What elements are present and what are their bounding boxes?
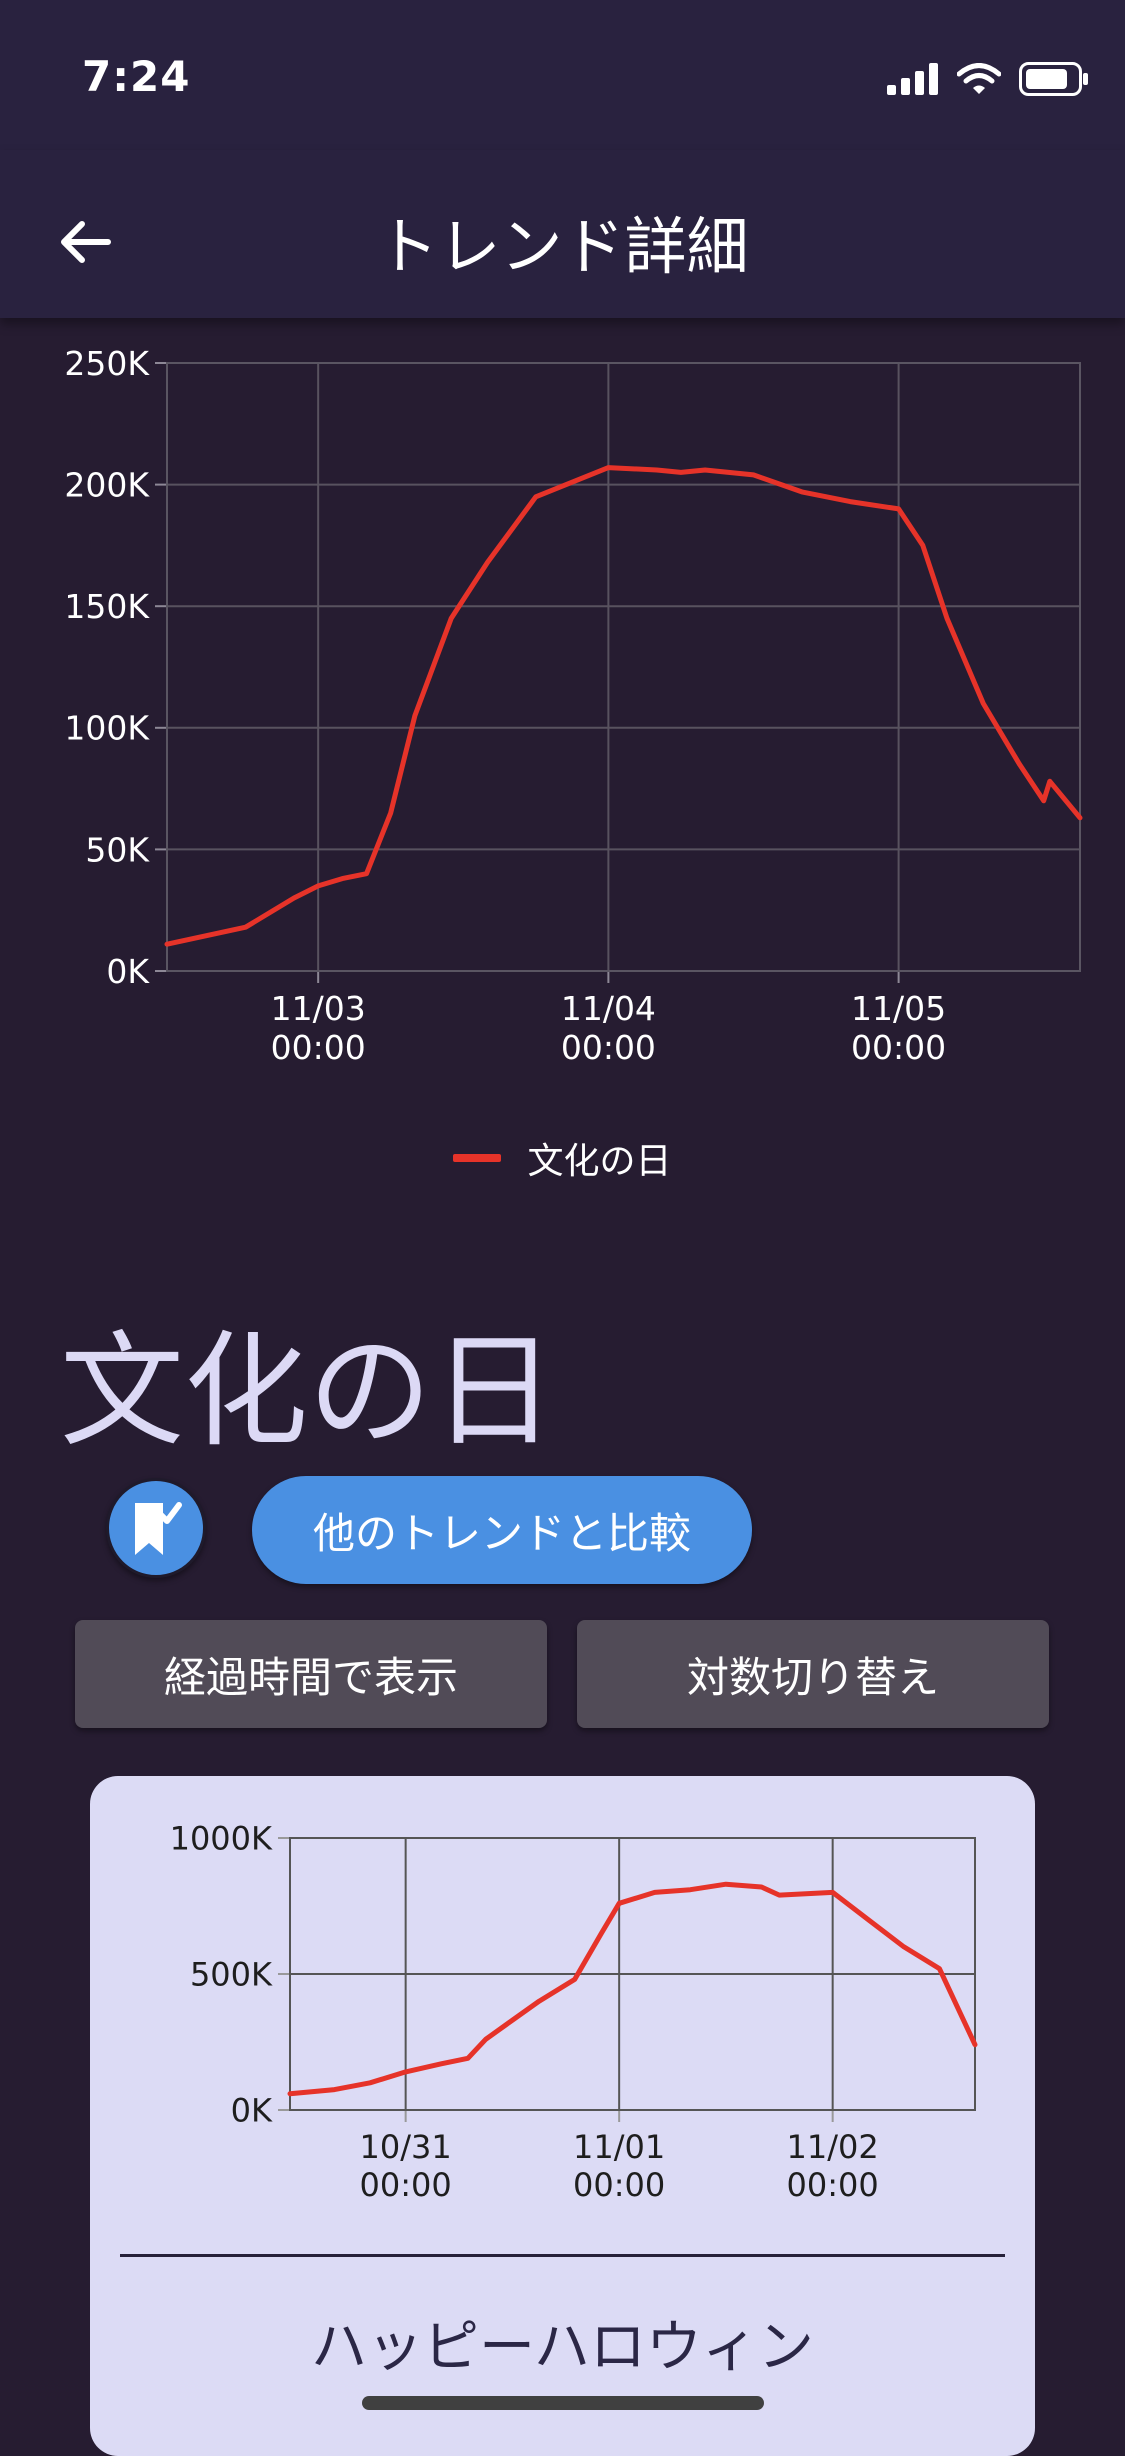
- compare-trends-button[interactable]: 他のトレンドと比較: [252, 1476, 752, 1584]
- y-tick-label: 1000K: [170, 1820, 273, 1858]
- legend-label: 文化の日: [527, 1141, 672, 1182]
- bookmark-check-icon: [135, 1502, 182, 1555]
- cellular-signal-icon: [887, 63, 938, 95]
- x-tick-label-time: 00:00: [561, 1028, 656, 1067]
- x-tick-label-time: 00:00: [787, 2166, 879, 2204]
- x-tick-label-date: 10/31: [360, 2128, 452, 2166]
- series-line: [287, 1881, 978, 2097]
- trend-line-chart[interactable]: 0K50K100K150K200K250K11/0300:0011/0400:0…: [0, 330, 1125, 1090]
- plot-frame: [166, 362, 1081, 972]
- y-tick-label: 50K: [85, 830, 150, 869]
- y-tick-label: 0K: [231, 2092, 273, 2130]
- x-tick-label-time: 00:00: [851, 1028, 946, 1067]
- x-tick-label-date: 11/05: [851, 989, 946, 1028]
- x-tick-label-date: 11/03: [271, 989, 366, 1028]
- app-bar: トレンド詳細: [0, 150, 1125, 318]
- status-icons: [887, 62, 1089, 96]
- y-tick-label: 0K: [106, 952, 150, 991]
- trend-name: 文化の日: [60, 1320, 557, 1464]
- related-trend-card[interactable]: 0K 500K 1000K 10/31 00:00 11/01 00:00 11/02 00:0…: [90, 1776, 1035, 2456]
- related-trend-chart: 0K500K1000K10/3100:0011/0100:0011/0200:0…: [170, 1820, 978, 2204]
- status-bar: 7:24: [0, 0, 1125, 150]
- bookmark-button[interactable]: [106, 1478, 206, 1578]
- y-tick-label: 150K: [64, 587, 150, 626]
- x-tick-label-time: 00:00: [360, 2166, 452, 2204]
- chart-legend[interactable]: 文化の日: [0, 1132, 1125, 1184]
- status-time: 7:24: [82, 52, 191, 101]
- y-tick-label: 100K: [64, 709, 150, 748]
- x-tick-label-date: 11/01: [573, 2128, 665, 2166]
- battery-icon: [1019, 62, 1088, 96]
- legend-swatch: [453, 1154, 502, 1162]
- x-tick-label-date: 11/02: [787, 2128, 879, 2166]
- y-tick-label: 250K: [64, 344, 150, 383]
- wifi-icon: [957, 63, 1001, 94]
- y-tick-label: 500K: [190, 1956, 273, 1994]
- x-tick-label-date: 11/04: [561, 989, 656, 1028]
- x-tick-label-time: 00:00: [573, 2166, 665, 2204]
- page-title: トレンド詳細: [376, 210, 749, 283]
- home-indicator[interactable]: [362, 2396, 764, 2410]
- x-tick-label-time: 00:00: [271, 1028, 366, 1067]
- card-divider: [120, 2254, 1005, 2257]
- log-scale-toggle-button[interactable]: 対数切り替え: [577, 1620, 1049, 1728]
- related-trend-name: ハッピーハロウィン: [311, 2315, 814, 2380]
- y-tick-label: 200K: [64, 465, 150, 504]
- series-line: [164, 465, 1083, 947]
- elapsed-time-button[interactable]: 経過時間で表示: [75, 1620, 547, 1728]
